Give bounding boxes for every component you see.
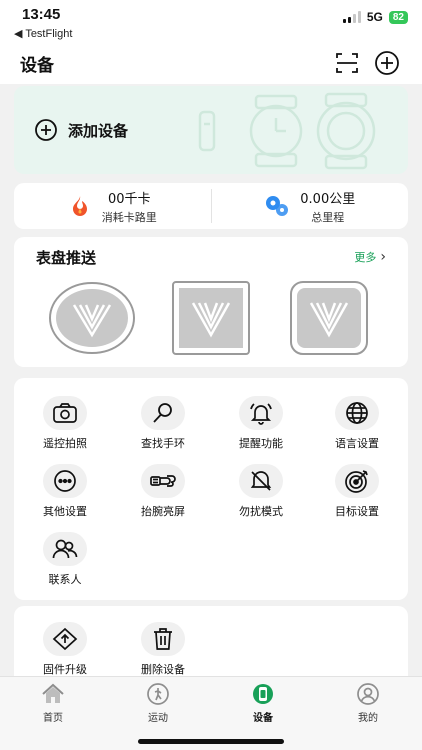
goal-settings-button[interactable]: 目标设置 [312,464,402,519]
distance-label: 总里程 [311,210,345,224]
raise-wrist-label: 抬腕亮屏 [141,505,185,518]
tab-mine-label: 我的 [358,713,378,724]
tab-mine[interactable]: 我的 [328,683,408,724]
signal-icon [342,11,361,23]
reminder-button[interactable]: 提醒功能 [216,396,306,451]
flame-icon [72,196,87,216]
scan-icon [336,53,358,73]
contacts-label: 联系人 [48,573,82,586]
profile-icon [357,683,379,705]
chevron-right-icon: › [380,249,386,265]
remote-photo-label: 遥控拍照 [43,437,87,450]
watch-face-card: 表盘推送 更多 › [14,237,408,367]
raise-wrist-button[interactable]: 抬腕亮屏 [118,464,208,519]
add-button[interactable] [374,50,400,76]
delete-device-label: 删除设备 [141,663,185,676]
add-device-button[interactable]: 添加设备 [34,118,128,142]
camera-icon [43,396,87,430]
other-settings-button[interactable]: 其他设置 [20,464,110,519]
firmware-upgrade-label: 固件升级 [43,663,87,676]
add-device-card[interactable]: 添加设备 [14,86,408,174]
upgrade-icon [43,622,87,656]
tab-device-label: 设备 [253,713,273,724]
contacts-icon [43,532,87,566]
watch-face-rounded-square[interactable] [290,281,368,355]
calories-stat: 00千卡 消耗卡路里 [14,183,211,229]
tab-home[interactable]: 首页 [13,683,93,724]
more-link[interactable]: 更多 › [354,249,386,265]
tab-home-label: 首页 [43,713,63,724]
watch-icon [253,684,273,704]
other-settings-label: 其他设置 [43,505,87,518]
calories-label: 消耗卡路里 [101,210,157,224]
location-pin-icon [266,196,289,216]
do-not-disturb-button[interactable]: 勿扰模式 [216,464,306,519]
status-bar: 13:45 ◀ TestFlight 5G 82 [0,0,422,44]
delete-device-button[interactable]: 删除设备 [118,622,208,677]
nav-bar: 设备 [0,44,422,84]
function-grid-card: 遥控拍照 查找手环 提醒功能 语言设置 其他设置 抬腕亮屏 勿扰模式 目标设置 … [14,378,408,600]
trash-icon [141,622,185,656]
status-indicators: 5G 82 [342,10,408,24]
square-watch-face-icon [172,281,250,355]
stats-card: 00千卡 消耗卡路里 0.00公里 总里程 [14,183,408,229]
add-device-label: 添加设备 [68,121,129,140]
rounded-square-watch-face-icon [290,281,368,355]
remote-photo-button[interactable]: 遥控拍照 [20,396,110,451]
testflight-back-link[interactable]: ◀ TestFlight [14,27,72,40]
page-title: 设备 [20,56,54,76]
run-icon [147,683,169,705]
language-button[interactable]: 语言设置 [312,396,402,451]
more-dots-icon [43,464,87,498]
home-indicator [138,739,284,744]
plus-circle-icon [35,119,57,141]
more-label: 更多 [354,251,377,264]
target-icon [335,464,379,498]
find-band-label: 查找手环 [141,437,185,450]
tab-sport-label: 运动 [148,713,168,724]
find-band-button[interactable]: 查找手环 [118,396,208,451]
device-management-card: 固件升级 删除设备 [14,606,408,686]
watch-face-round[interactable] [48,281,136,355]
plus-circle-icon [375,51,399,75]
reminder-label: 提醒功能 [239,437,283,450]
watch-illustration-icon [198,92,376,170]
distance-value: 0.00公里 [300,191,356,207]
watch-face-title: 表盘推送 [36,249,97,267]
magnifier-icon [141,396,185,430]
calories-value: 00千卡 [107,191,151,207]
language-label: 语言设置 [335,437,379,450]
tab-sport[interactable]: 运动 [118,683,198,724]
contacts-button[interactable]: 联系人 [20,532,110,587]
globe-icon [335,396,379,430]
wrist-raise-icon [141,464,185,498]
do-not-disturb-icon [239,464,283,498]
bell-icon [239,396,283,430]
distance-stat: 0.00公里 总里程 [212,183,409,229]
home-icon [42,683,64,703]
network-type: 5G [366,10,383,24]
do-not-disturb-label: 勿扰模式 [239,505,283,518]
battery-icon: 82 [388,10,408,24]
status-time: 13:45 [22,6,61,23]
round-watch-face-icon [49,282,135,354]
tab-device[interactable]: 设备 [223,683,303,724]
scan-button[interactable] [334,50,360,76]
goal-settings-label: 目标设置 [335,505,379,518]
watch-face-square[interactable] [172,281,250,355]
firmware-upgrade-button[interactable]: 固件升级 [20,622,110,677]
